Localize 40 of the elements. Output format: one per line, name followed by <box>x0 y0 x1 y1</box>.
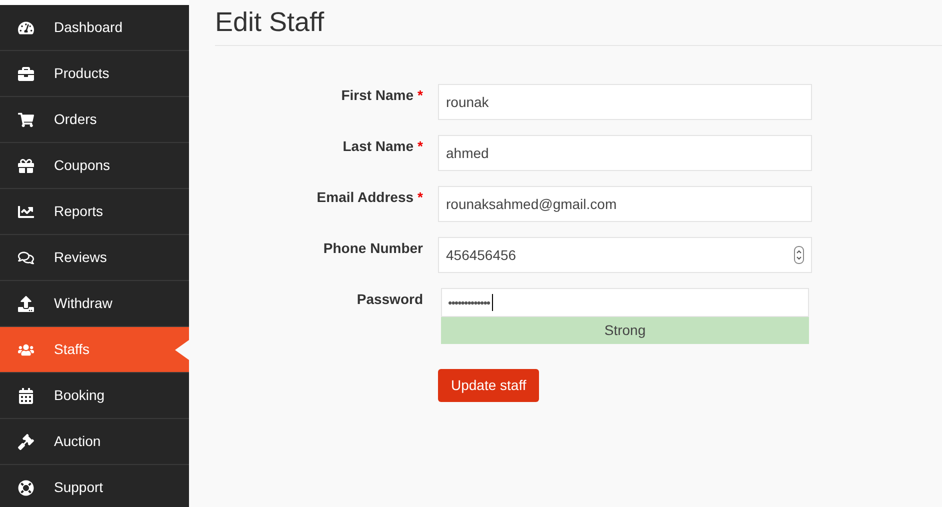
upload-icon <box>18 296 34 312</box>
users-icon <box>18 342 34 358</box>
cart-icon <box>18 112 34 128</box>
line-chart-icon <box>18 204 34 220</box>
password-field[interactable]: ••••••••••••• <box>441 288 809 317</box>
input-field[interactable]: ahmed <box>438 135 812 171</box>
sidebar-item[interactable]: Auction <box>0 419 189 465</box>
field-label: Email Address <box>316 188 414 207</box>
input-field[interactable]: 456456456 <box>438 237 812 273</box>
field-label: Last Name <box>342 137 414 156</box>
sidebar-item[interactable]: Staffs <box>0 327 189 373</box>
sidebar-item[interactable]: Products <box>0 51 189 97</box>
field-label: Phone Number <box>323 239 423 258</box>
field-label: Password <box>356 290 423 309</box>
calendar-icon <box>18 388 34 404</box>
required-mark: * <box>418 86 423 105</box>
sidebar-item[interactable]: Booking <box>0 373 189 419</box>
spinner-icon[interactable] <box>794 246 804 264</box>
sidebar-item[interactable]: Withdraw <box>0 281 189 327</box>
gift-icon <box>18 158 34 174</box>
sidebar-item[interactable]: Reviews <box>0 235 189 281</box>
sidebar-item[interactable]: Dashboard <box>0 5 189 51</box>
input-field[interactable]: rounaksahmed@gmail.com <box>438 186 812 222</box>
page-title: Edit Staff <box>215 9 324 36</box>
sidebar-item[interactable]: Orders <box>0 97 189 143</box>
required-mark: * <box>418 188 423 207</box>
password-strength-bar: Strong <box>441 317 809 344</box>
life-ring-icon <box>18 480 34 496</box>
dashboard-gauge-icon <box>18 20 34 36</box>
field-label: First Name <box>341 86 414 105</box>
speech-bubbles-icon <box>18 250 34 266</box>
briefcase-icon <box>18 66 34 82</box>
required-mark: * <box>418 137 423 156</box>
update-button[interactable]: Update staff <box>438 369 540 402</box>
sidebar-item[interactable]: Reports <box>0 189 189 235</box>
gavel-icon <box>18 434 34 450</box>
input-field[interactable]: rounak <box>438 84 812 120</box>
sidebar-item[interactable]: Coupons <box>0 143 189 189</box>
pointer-icon <box>175 340 189 360</box>
sidebar-item[interactable]: Support <box>0 465 189 507</box>
